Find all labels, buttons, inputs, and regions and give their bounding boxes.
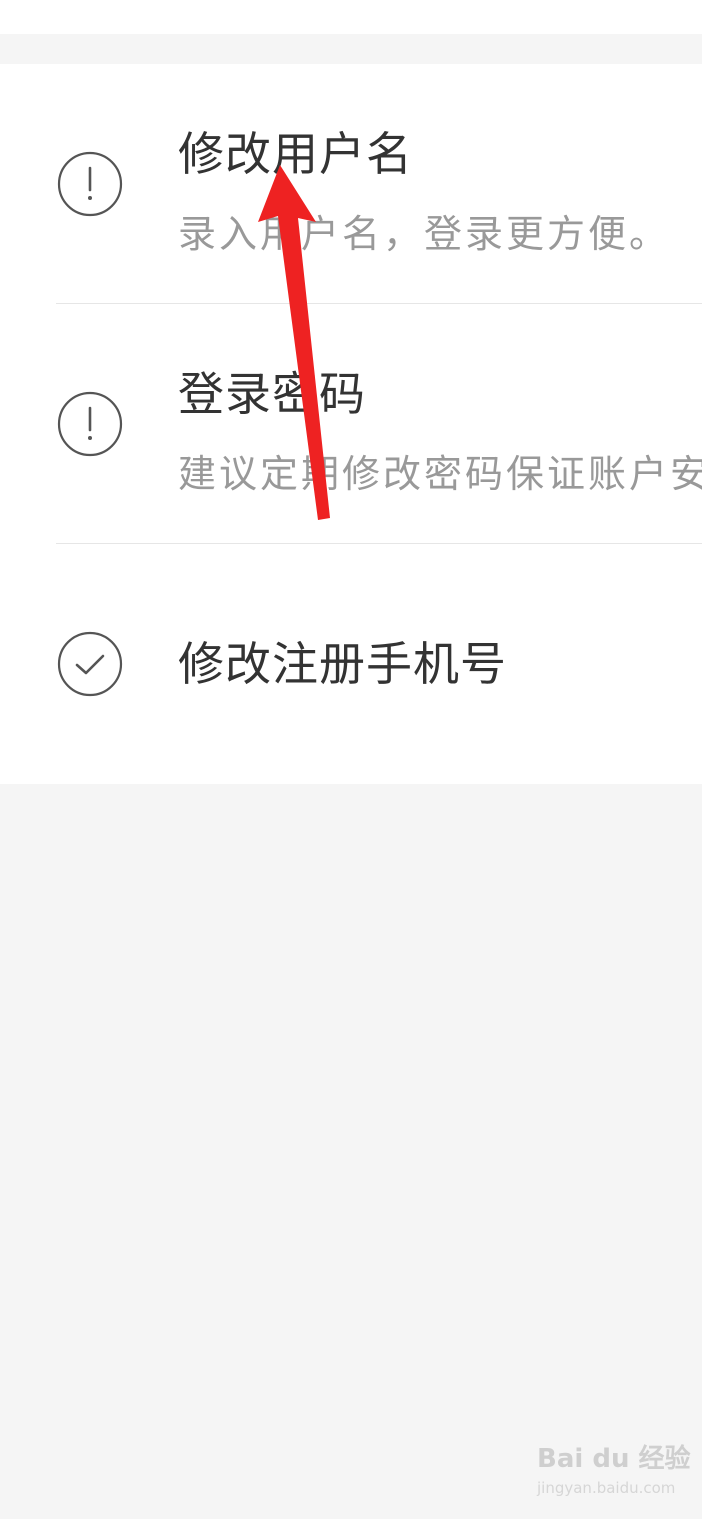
settings-item-title: 修改注册手机号 [178, 637, 507, 691]
settings-item-subtitle: 建议定期修改密码保证账户安全 [178, 452, 702, 496]
account-settings-screen: 修改用户名 录入用户名，登录更方便。 登录密码 建议定期修改密码保证账户安全 修… [0, 0, 702, 1519]
settings-item-login-password[interactable]: 登录密码 建议定期修改密码保证账户安全 [0, 304, 702, 544]
check-circle-icon [57, 631, 123, 697]
watermark-url: jingyan.baidu.com [537, 1479, 676, 1497]
settings-item-subtitle: 录入用户名，登录更方便。 [178, 212, 671, 256]
watermark-logo-text: Bai du 经验 [537, 1444, 691, 1474]
baidu-jingyan-watermark: Bai du 经验 jingyan.baidu.com [537, 1442, 691, 1506]
settings-item-title: 登录密码 [178, 367, 366, 421]
exclamation-circle-icon [57, 151, 123, 217]
settings-item-title: 修改用户名 [178, 127, 413, 181]
account-settings-list: 修改用户名 录入用户名，登录更方便。 登录密码 建议定期修改密码保证账户安全 修… [0, 64, 702, 784]
settings-item-change-phone[interactable]: 修改注册手机号 [0, 544, 702, 784]
top-white-strip [0, 0, 702, 34]
settings-item-change-username[interactable]: 修改用户名 录入用户名，登录更方便。 [0, 64, 702, 304]
exclamation-circle-icon [57, 391, 123, 457]
